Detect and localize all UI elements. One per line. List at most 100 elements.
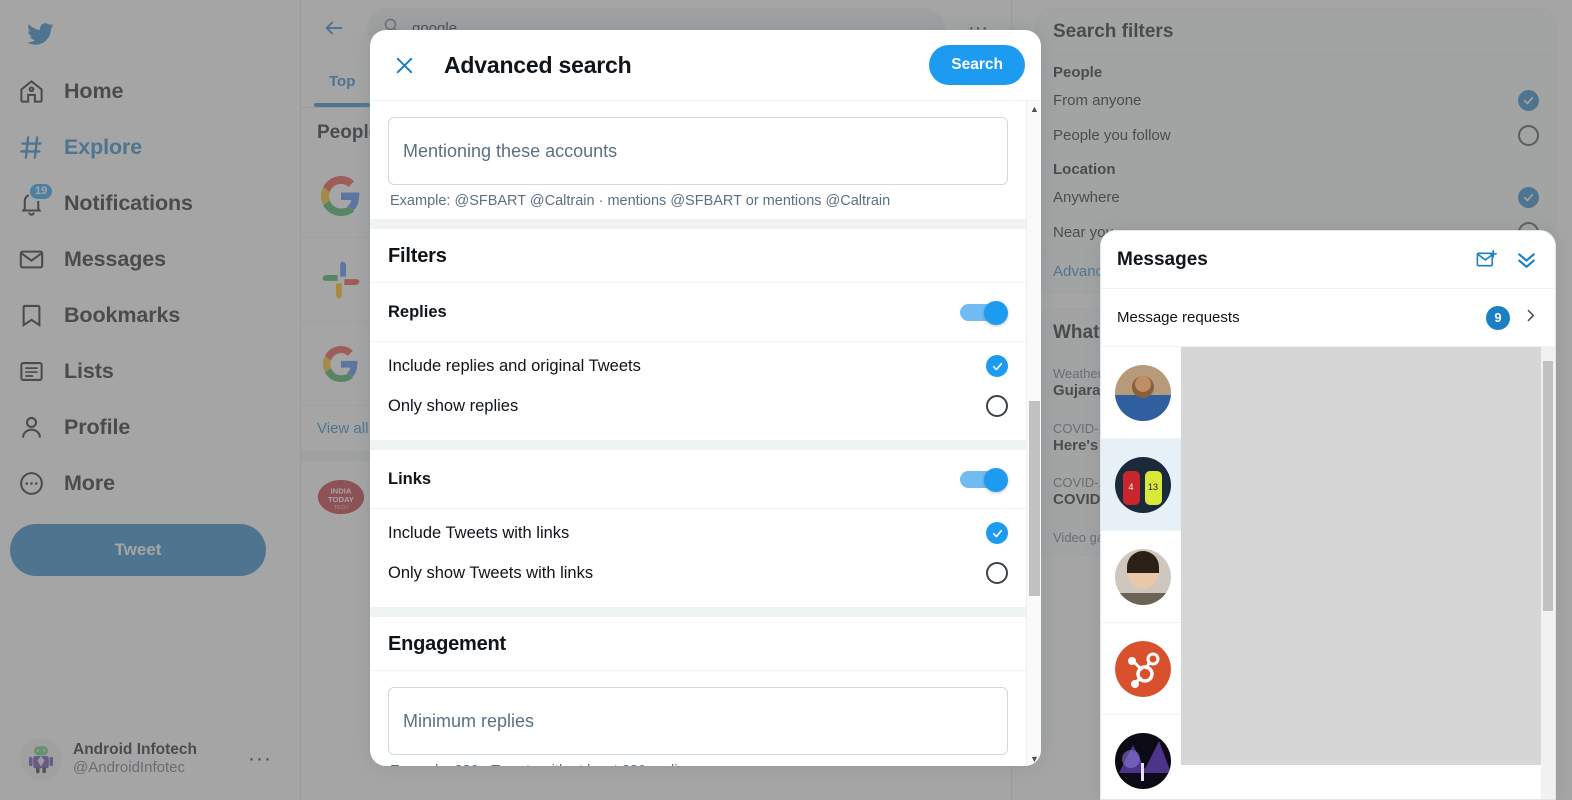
- notifications-badge: 19: [28, 182, 55, 201]
- divider: [370, 219, 1026, 229]
- sidebar-item-more[interactable]: More: [8, 456, 286, 510]
- sidebar-item-label: Profile: [64, 414, 131, 439]
- bookmark-icon: [16, 300, 46, 330]
- sidebar-item-messages[interactable]: Messages: [8, 232, 286, 286]
- minimum-replies-block: Minimum replies Example: 280 · Tweets wi…: [370, 671, 1026, 766]
- links-toggle[interactable]: [960, 468, 1008, 492]
- mentioning-accounts-hint: Example: @SFBART @Caltrain · mentions @S…: [390, 193, 891, 209]
- scroll-down-arrow-icon[interactable]: ▼: [1027, 751, 1041, 766]
- messages-scrollbar-thumb[interactable]: [1543, 361, 1553, 611]
- messages-header: Messages: [1101, 231, 1555, 289]
- list-item[interactable]: 4 13: [1101, 439, 1181, 531]
- tweet-button[interactable]: Tweet: [10, 524, 266, 576]
- new-message-icon[interactable]: [1475, 248, 1498, 271]
- avatar: 4 13: [1115, 456, 1171, 513]
- replies-options: Include replies and original Tweets Only…: [370, 341, 1026, 440]
- avatar: [20, 738, 62, 780]
- avatar: [1115, 732, 1171, 789]
- twitter-bird-icon[interactable]: [14, 10, 66, 58]
- hashtag-icon: [16, 132, 46, 162]
- sidebar-nav: Home Explore 19 Notifications Messages B…: [8, 64, 286, 510]
- dialog-scrollbar[interactable]: ▲ ▼: [1026, 101, 1041, 766]
- dialog-title: Advanced search: [444, 51, 632, 78]
- option-only-show-tweets-with-links[interactable]: Only show Tweets with links: [388, 553, 1008, 593]
- google-g-logo: [317, 339, 365, 388]
- option-only-show-replies[interactable]: Only show replies: [388, 386, 1008, 426]
- people-heading: People: [1053, 64, 1103, 81]
- radio-unselected-icon[interactable]: [986, 395, 1008, 417]
- account-name: Android Infotech: [73, 740, 197, 758]
- filter-option-people-you-follow[interactable]: People you follow: [1037, 118, 1555, 153]
- option-include-tweets-with-links[interactable]: Include Tweets with links: [388, 513, 1008, 553]
- close-x-icon[interactable]: [386, 47, 422, 83]
- scroll-up-arrow-icon[interactable]: ▲: [1027, 101, 1041, 116]
- list-item[interactable]: [1101, 347, 1181, 439]
- india-today-tech-logo: INDIA TODAY TECH: [317, 473, 365, 521]
- google-g-logo: [317, 171, 365, 220]
- chevron-double-down-icon[interactable]: [1514, 247, 1539, 272]
- toggle-thumb: [984, 468, 1008, 492]
- svg-text:TODAY: TODAY: [328, 495, 355, 504]
- filter-group-label: Links: [388, 469, 432, 488]
- status-badge: 9: [1486, 305, 1510, 330]
- list-item[interactable]: [1101, 715, 1181, 799]
- sidebar-item-explore[interactable]: Explore: [8, 120, 286, 174]
- sidebar-item-profile[interactable]: Profile: [8, 400, 286, 454]
- left-sidebar: Home Explore 19 Notifications Messages B…: [0, 0, 300, 800]
- sidebar-item-bookmarks[interactable]: Bookmarks: [8, 288, 286, 342]
- dialog-scrollbar-thumb[interactable]: [1029, 401, 1040, 596]
- sidebar-item-lists[interactable]: Lists: [8, 344, 286, 398]
- list-item[interactable]: [1101, 531, 1181, 623]
- minimum-replies-hint: Example: 280 · Tweets with at least 280 …: [388, 755, 1008, 766]
- list-icon: [16, 356, 46, 386]
- home-icon: [16, 76, 46, 106]
- toggle-thumb: [984, 301, 1008, 325]
- replies-toggle[interactable]: [960, 301, 1008, 325]
- conversation-preview-placeholder: [1181, 347, 1541, 765]
- svg-text:INDIA: INDIA: [331, 487, 352, 496]
- ellipsis-icon[interactable]: ···: [248, 747, 272, 771]
- back-arrow-icon[interactable]: [317, 11, 351, 45]
- option-include-replies-and-original-tweets[interactable]: Include replies and original Tweets: [388, 346, 1008, 386]
- mentioning-accounts-input[interactable]: Mentioning these accounts: [388, 117, 1008, 185]
- messages-scrollbar[interactable]: [1541, 347, 1555, 799]
- radio-unselected-icon[interactable]: [986, 562, 1008, 584]
- sidebar-item-notifications[interactable]: 19 Notifications: [8, 176, 286, 230]
- links-options: Include Tweets with links Only show Twee…: [370, 508, 1026, 607]
- sidebar-item-label: Messages: [64, 246, 166, 271]
- sidebar-item-label: More: [64, 470, 115, 495]
- filter-option-anywhere[interactable]: Anywhere: [1037, 180, 1555, 215]
- search-button[interactable]: Search: [929, 45, 1025, 85]
- avatar: [1115, 364, 1171, 421]
- list-item[interactable]: [1101, 623, 1181, 715]
- filter-option-from-anyone[interactable]: From anyone: [1037, 83, 1555, 118]
- minimum-replies-input[interactable]: Minimum replies: [388, 687, 1008, 755]
- more-circle-icon: [16, 468, 46, 498]
- divider: [370, 607, 1026, 617]
- avatar: [1115, 548, 1171, 605]
- conversation-list: 4 13: [1101, 347, 1555, 799]
- radio-selected-icon[interactable]: [986, 355, 1008, 377]
- conversation-avatars: 4 13: [1101, 347, 1181, 799]
- chevron-right-icon[interactable]: [1522, 307, 1539, 329]
- svg-text:TECH: TECH: [334, 505, 348, 511]
- hubspot-logo: [1115, 640, 1171, 697]
- message-requests-row[interactable]: Message requests 9: [1101, 289, 1555, 347]
- engagement-heading: Engagement: [388, 633, 507, 655]
- account-switcher[interactable]: Android Infotech @AndroidInfotec ···: [10, 730, 282, 788]
- filter-group-label: Replies: [388, 302, 447, 321]
- radio-selected-icon[interactable]: [1518, 187, 1539, 208]
- radio-unselected-icon[interactable]: [1518, 125, 1539, 146]
- radio-selected-icon[interactable]: [986, 522, 1008, 544]
- radio-selected-icon[interactable]: [1518, 90, 1539, 111]
- option-label: Only show replies: [388, 396, 519, 415]
- svg-text:4: 4: [1128, 482, 1133, 492]
- sidebar-item-home[interactable]: Home: [8, 64, 286, 118]
- messages-dock: Messages Message requests 9 4 13: [1100, 230, 1556, 800]
- bell-icon: 19: [16, 182, 55, 218]
- person-icon: [16, 412, 46, 442]
- sidebar-item-label: Lists: [64, 358, 114, 383]
- divider: [370, 440, 1026, 450]
- option-label: From anyone: [1053, 92, 1142, 109]
- sidebar-item-label: Home: [64, 78, 124, 103]
